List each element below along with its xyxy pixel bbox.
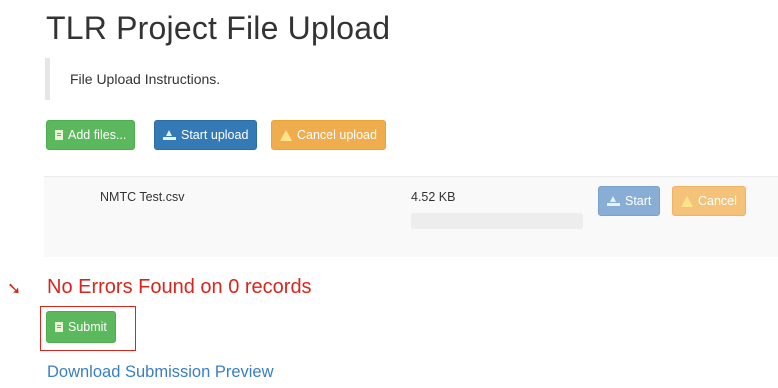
page-title: TLR Project File Upload	[46, 10, 391, 46]
cancel-upload-button[interactable]: Cancel upload	[271, 120, 386, 150]
file-size: 4.52 KB	[411, 190, 456, 204]
download-submission-preview-link[interactable]: Download Submission Preview	[47, 363, 274, 382]
upload-icon	[607, 196, 620, 206]
file-name: NMTC Test.csv	[100, 190, 185, 204]
file-icon	[55, 322, 63, 332]
upload-progress-bar	[411, 213, 583, 229]
file-start-label: Start	[625, 194, 652, 208]
add-files-button[interactable]: Add files...	[46, 120, 136, 150]
file-row: NMTC Test.csv 4.52 KB Start Cancel	[44, 176, 778, 257]
add-files-label: Add files...	[68, 128, 127, 142]
submit-button[interactable]: Submit	[46, 311, 116, 343]
validation-result-message: No Errors Found on 0 records	[47, 276, 312, 298]
submit-label: Submit	[68, 320, 107, 334]
instructions-panel: File Upload Instructions.	[45, 58, 745, 100]
file-cancel-label: Cancel	[698, 194, 737, 208]
upload-icon	[163, 130, 176, 140]
file-cancel-button[interactable]: Cancel	[672, 186, 746, 216]
cancel-upload-label: Cancel upload	[297, 128, 377, 142]
annotation-arrow-icon: ➘	[7, 279, 22, 298]
warning-icon	[280, 129, 292, 141]
file-start-button[interactable]: Start	[598, 186, 661, 216]
file-icon	[55, 130, 63, 140]
instructions-text: File Upload Instructions.	[70, 71, 221, 87]
start-upload-button[interactable]: Start upload	[154, 120, 258, 150]
warning-icon	[681, 195, 693, 207]
start-upload-label: Start upload	[181, 128, 249, 142]
